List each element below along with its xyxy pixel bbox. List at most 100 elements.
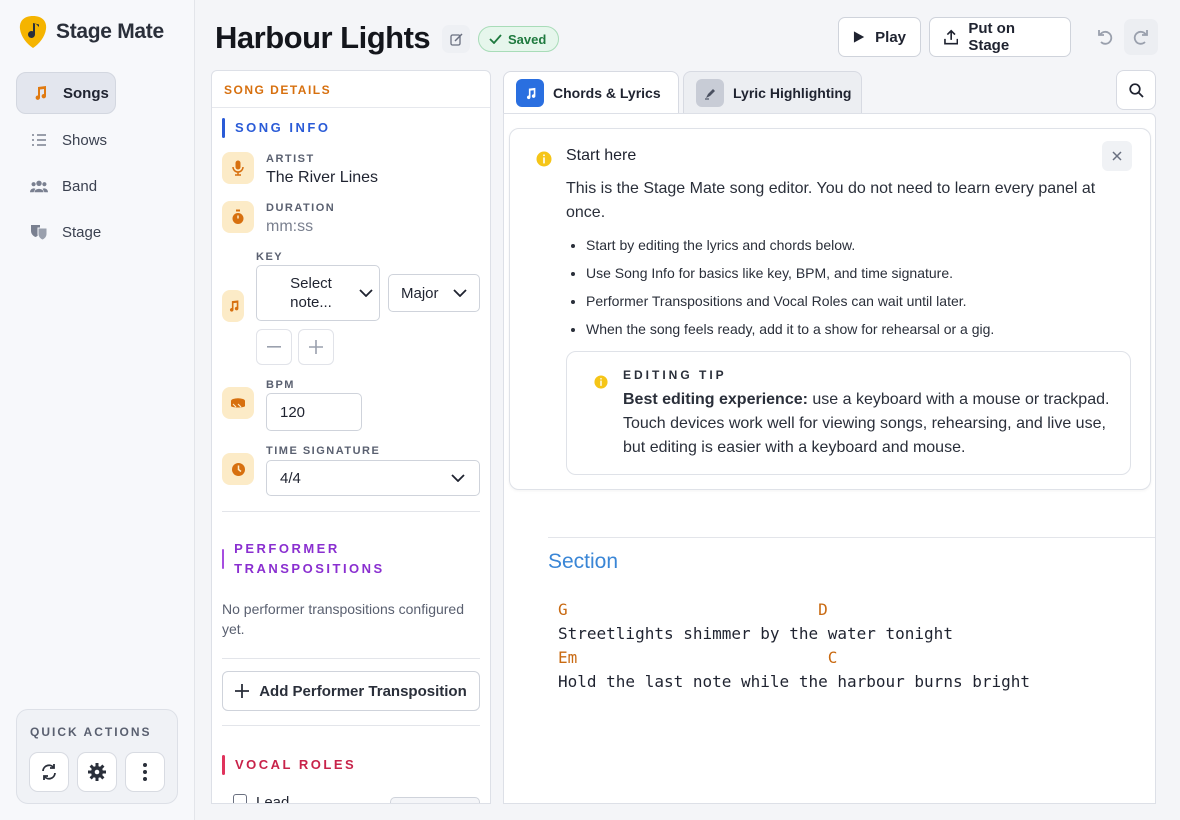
chevron-down-icon (452, 289, 467, 297)
time-signature-label: TIME SIGNATURE (266, 445, 381, 457)
vocal-role-checkbox[interactable] (233, 794, 247, 803)
sidebar: Stage Mate Songs Shows Band Stage QUICK … (0, 0, 195, 820)
bpm-value: 120 (280, 403, 306, 421)
divider (222, 658, 480, 659)
sidebar-item-label: Songs (63, 84, 109, 102)
refresh-button[interactable] (29, 752, 69, 792)
settings-button[interactable] (77, 752, 117, 792)
section-name[interactable]: Section (548, 550, 618, 574)
drum-icon (222, 387, 254, 419)
close-callout-button[interactable] (1102, 141, 1132, 171)
callout-bullet-list: Start by editing the lyrics and chords b… (586, 233, 1136, 345)
refresh-icon (42, 764, 56, 780)
play-label: Play (875, 28, 906, 46)
plus-icon (309, 340, 323, 354)
bpm-input[interactable]: 120 (266, 393, 362, 431)
guitar-pick-logo-icon (19, 16, 47, 48)
chevron-down-icon (359, 289, 373, 297)
key-decrement-button[interactable] (256, 329, 292, 365)
song-details-heading: SONG DETAILS (212, 71, 490, 108)
key-increment-button[interactable] (298, 329, 334, 365)
highlighter-icon (696, 79, 724, 107)
artist-value[interactable]: The River Lines (266, 169, 378, 187)
add-performer-label: Add Performer Transposition (259, 682, 467, 700)
plus-icon (235, 684, 250, 698)
add-performer-transposition-button[interactable]: Add Performer Transposition (222, 671, 480, 711)
editing-tip-bold: Best editing experience: (623, 391, 808, 408)
close-icon (1112, 151, 1122, 161)
chord-line[interactable]: G D (558, 600, 828, 619)
clock-icon (222, 453, 254, 485)
music-note-icon (516, 79, 544, 107)
chevron-down-icon (451, 474, 465, 482)
sidebar-item-stage[interactable]: Stage (16, 211, 116, 253)
theater-masks-icon (30, 223, 48, 241)
saved-label: Saved (508, 31, 547, 47)
undo-button[interactable] (1088, 19, 1122, 55)
vocal-role-select[interactable] (390, 797, 480, 803)
saved-status-badge: Saved (478, 26, 560, 52)
performer-transpositions-title: PERFORMER TRANSPOSITIONS (234, 541, 385, 576)
tab-label: Lyric Highlighting (733, 85, 852, 101)
put-on-stage-button[interactable]: Put on Stage (929, 17, 1071, 57)
editing-tip-text: Best editing experience: use a keyboard … (623, 388, 1113, 460)
sidebar-item-label: Band (62, 177, 98, 195)
upload-icon (944, 29, 959, 45)
music-note-icon (31, 84, 49, 102)
list-item: Performer Transpositions and Vocal Roles… (586, 289, 1136, 317)
list-item: When the song feels ready, add it to a s… (586, 317, 1136, 345)
list-item: Start by editing the lyrics and chords b… (586, 233, 1136, 261)
duration-input[interactable]: mm:ss (266, 218, 313, 236)
duration-label: DURATION (266, 202, 336, 214)
redo-button[interactable] (1124, 19, 1158, 55)
sidebar-item-label: Stage (62, 223, 102, 241)
time-signature-value: 4/4 (280, 469, 301, 487)
callout-body: This is the Stage Mate song editor. You … (566, 180, 1096, 221)
quick-actions-panel: QUICK ACTIONS (16, 709, 178, 804)
vocal-roles-heading: VOCAL ROLES (222, 755, 356, 775)
chords-lyrics-editor[interactable]: Start here This is the Stage Mate song e… (503, 113, 1156, 804)
info-icon (594, 375, 608, 389)
lyric-line[interactable]: Hold the last note while the harbour bur… (558, 672, 1030, 691)
put-on-stage-label: Put on Stage (968, 20, 1015, 54)
more-options-button[interactable] (125, 752, 165, 792)
page-title: Harbour Lights (215, 20, 431, 55)
microphone-icon (222, 152, 254, 184)
people-icon (30, 177, 48, 195)
list-item: Use Song Info for basics like key, BPM, … (586, 261, 1136, 289)
vocal-roles-title: VOCAL ROLES (235, 757, 357, 772)
time-signature-select[interactable]: 4/4 (266, 460, 480, 496)
vocal-role-label: Lead (256, 794, 290, 804)
key-mode-select[interactable]: Major (388, 274, 480, 312)
sidebar-item-band[interactable]: Band (16, 165, 116, 207)
minus-icon (267, 346, 281, 348)
song-details-panel: SONG DETAILS SONG INFO ARTIST The River … (211, 70, 491, 804)
check-icon (489, 34, 502, 44)
more-vertical-icon (143, 763, 147, 781)
play-icon (853, 31, 865, 43)
sidebar-item-shows[interactable]: Shows (16, 119, 116, 161)
edit-title-button[interactable] (442, 25, 470, 53)
editing-tip-box: EDITING TIP Best editing experience: use… (566, 351, 1131, 475)
play-button[interactable]: Play (838, 17, 921, 57)
lyric-line[interactable]: Streetlights shimmer by the water tonigh… (558, 624, 953, 643)
start-here-callout: Start here This is the Stage Mate song e… (509, 128, 1151, 490)
bpm-label: BPM (266, 379, 295, 391)
key-note-select[interactable]: Select note... (256, 265, 380, 321)
quick-actions-title: QUICK ACTIONS (30, 725, 152, 739)
gear-icon (88, 763, 106, 781)
tab-lyric-highlighting[interactable]: Lyric Highlighting (683, 71, 862, 114)
tab-label: Chords & Lyrics (553, 85, 661, 101)
app-name: Stage Mate (56, 20, 164, 43)
chord-line[interactable]: Em C (558, 648, 837, 667)
search-button[interactable] (1116, 70, 1156, 110)
section-accent-bar (222, 549, 225, 569)
sidebar-item-songs[interactable]: Songs (16, 72, 116, 114)
tab-chords-lyrics[interactable]: Chords & Lyrics (503, 71, 679, 114)
app-logo[interactable]: Stage Mate (18, 15, 164, 49)
section-accent-bar (222, 755, 225, 775)
section-divider (548, 537, 1155, 538)
sidebar-item-label: Shows (62, 131, 108, 149)
list-icon (30, 131, 48, 149)
callout-title: Start here (566, 147, 637, 164)
